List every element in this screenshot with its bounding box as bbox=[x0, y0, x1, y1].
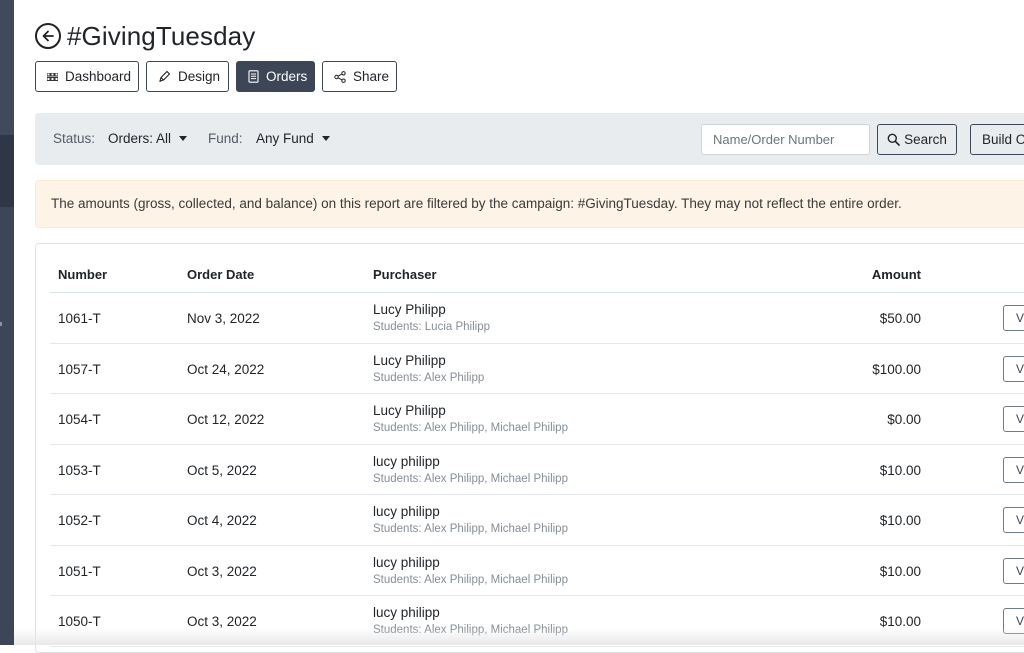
order-date: Oct 12, 2022 bbox=[187, 412, 265, 427]
tab-orders[interactable]: Orders bbox=[236, 61, 315, 92]
arrow-left-icon bbox=[42, 30, 54, 42]
order-number: 1054-T bbox=[58, 412, 101, 427]
search-button[interactable]: Search bbox=[877, 124, 957, 155]
view-order-button[interactable]: V bbox=[1003, 355, 1024, 382]
pen-icon bbox=[158, 70, 171, 83]
sidebar-marker bbox=[0, 322, 2, 326]
caret-down-icon bbox=[179, 136, 188, 141]
header-order-date[interactable]: Order Date bbox=[187, 267, 254, 282]
fund-dropdown[interactable]: Any Fund bbox=[256, 131, 330, 146]
order-date: Nov 3, 2022 bbox=[187, 311, 260, 326]
purchaser-name: lucy philipp bbox=[373, 554, 440, 570]
table-row[interactable]: 1051-T Oct 3, 2022 lucy philipp Students: A… bbox=[50, 546, 1024, 596]
build-order-button[interactable]: Build O bbox=[970, 124, 1024, 155]
order-number: 1061-T bbox=[58, 311, 101, 326]
order-amount: $0.00 bbox=[887, 412, 921, 427]
order-amount: $10.00 bbox=[879, 462, 921, 478]
tab-share-label: Share bbox=[353, 69, 390, 84]
view-order-button[interactable]: V bbox=[1003, 557, 1024, 584]
tab-dashboard-label: Dashboard bbox=[65, 69, 132, 84]
header-purchaser[interactable]: Purchaser bbox=[373, 267, 437, 282]
back-button[interactable] bbox=[35, 23, 61, 49]
fund-dropdown-value: Any Fund bbox=[256, 131, 314, 146]
order-date: Oct 3, 2022 bbox=[187, 614, 257, 629]
search-button-label: Search bbox=[904, 132, 947, 147]
students-list: Students: Lucia Philipp bbox=[373, 321, 490, 333]
search-icon bbox=[887, 133, 900, 146]
order-number: 1052-T bbox=[58, 513, 101, 528]
students-list: Students: Alex Philipp, Michael Philipp bbox=[373, 573, 568, 586]
table-row[interactable]: 1061-T Nov 3, 2022 Lucy Philipp Students: L… bbox=[50, 293, 1024, 344]
sidebar-panel bbox=[0, 0, 14, 135]
order-amount: $50.00 bbox=[879, 311, 921, 326]
students-list: Students: Alex Philipp, Michael Philipp bbox=[373, 422, 568, 434]
view-order-button[interactable]: V bbox=[1003, 507, 1024, 533]
status-dropdown-value: Orders: All bbox=[108, 131, 172, 146]
order-amount: $100.00 bbox=[872, 361, 921, 377]
main-content: #GivingTuesday Dashboard Design Orders S… bbox=[14, 0, 1024, 653]
order-number: 1053-T bbox=[58, 462, 101, 478]
status-dropdown[interactable]: Orders: All bbox=[108, 131, 188, 146]
search-input[interactable] bbox=[701, 124, 870, 155]
tab-dashboard[interactable]: Dashboard bbox=[35, 61, 139, 92]
purchaser-name: Lucy Philipp bbox=[373, 352, 446, 368]
order-date: Oct 4, 2022 bbox=[187, 513, 257, 528]
fund-label: Fund: bbox=[208, 131, 243, 146]
table-row[interactable]: 1057-T Oct 24, 2022 Lucy Philipp Students: … bbox=[50, 344, 1024, 394]
grid-icon bbox=[47, 72, 58, 81]
document-icon bbox=[248, 70, 259, 83]
orders-table-card: Number Order Date Purchaser Amount 1061-… bbox=[35, 243, 1024, 653]
order-date: Oct 5, 2022 bbox=[187, 462, 257, 478]
view-order-button[interactable]: V bbox=[1003, 456, 1024, 483]
tab-orders-label: Orders bbox=[266, 69, 308, 84]
purchaser-name: lucy philipp bbox=[373, 605, 440, 620]
tab-design[interactable]: Design bbox=[146, 61, 229, 92]
share-icon bbox=[334, 70, 346, 83]
status-label: Status: bbox=[53, 131, 96, 146]
view-order-button[interactable]: V bbox=[1003, 406, 1024, 432]
students-list: Students: Alex Philipp bbox=[373, 371, 485, 384]
campaign-filter-alert: The amounts (gross, collected, and balan… bbox=[35, 180, 1024, 228]
order-number: 1051-T bbox=[58, 563, 101, 579]
order-amount: $10.00 bbox=[879, 563, 921, 579]
filter-bar: Status: Orders: All Fund: Any Fund Searc… bbox=[35, 113, 1024, 165]
purchaser-name: lucy philipp bbox=[373, 504, 440, 519]
order-number: 1050-T bbox=[58, 614, 101, 629]
order-amount: $10.00 bbox=[879, 614, 921, 629]
order-amount: $10.00 bbox=[879, 513, 921, 528]
purchaser-name: lucy philipp bbox=[373, 453, 440, 469]
caret-down-icon bbox=[321, 136, 330, 141]
page-title: #GivingTuesday bbox=[67, 20, 256, 51]
header-amount[interactable]: Amount bbox=[872, 267, 921, 282]
tab-bar: Dashboard Design Orders Share bbox=[35, 61, 397, 92]
header-number[interactable]: Number bbox=[58, 267, 107, 282]
purchaser-name: Lucy Philipp bbox=[373, 403, 446, 418]
table-header: Number Order Date Purchaser Amount bbox=[50, 244, 1024, 293]
order-date: Oct 24, 2022 bbox=[187, 361, 265, 377]
purchaser-name: Lucy Philipp bbox=[373, 302, 446, 317]
sidebar-active-item[interactable] bbox=[0, 135, 14, 207]
table-row[interactable]: 1054-T Oct 12, 2022 Lucy Philipp Students: … bbox=[50, 394, 1024, 445]
table-row[interactable]: 1052-T Oct 4, 2022 lucy philipp Students: A… bbox=[50, 495, 1024, 546]
tab-design-label: Design bbox=[178, 69, 221, 84]
view-order-button[interactable]: V bbox=[1003, 305, 1024, 331]
order-date: Oct 3, 2022 bbox=[187, 563, 257, 579]
students-list: Students: Alex Philipp, Michael Philipp bbox=[373, 472, 568, 485]
order-number: 1057-T bbox=[58, 361, 101, 377]
title-row: #GivingTuesday bbox=[35, 18, 255, 54]
students-list: Students: Alex Philipp, Michael Philipp bbox=[373, 523, 568, 535]
table-row[interactable]: 1053-T Oct 5, 2022 lucy philipp Students: A… bbox=[50, 445, 1024, 495]
bottom-shadow bbox=[14, 628, 1024, 645]
sidebar bbox=[0, 0, 14, 645]
tab-share[interactable]: Share bbox=[322, 61, 397, 92]
